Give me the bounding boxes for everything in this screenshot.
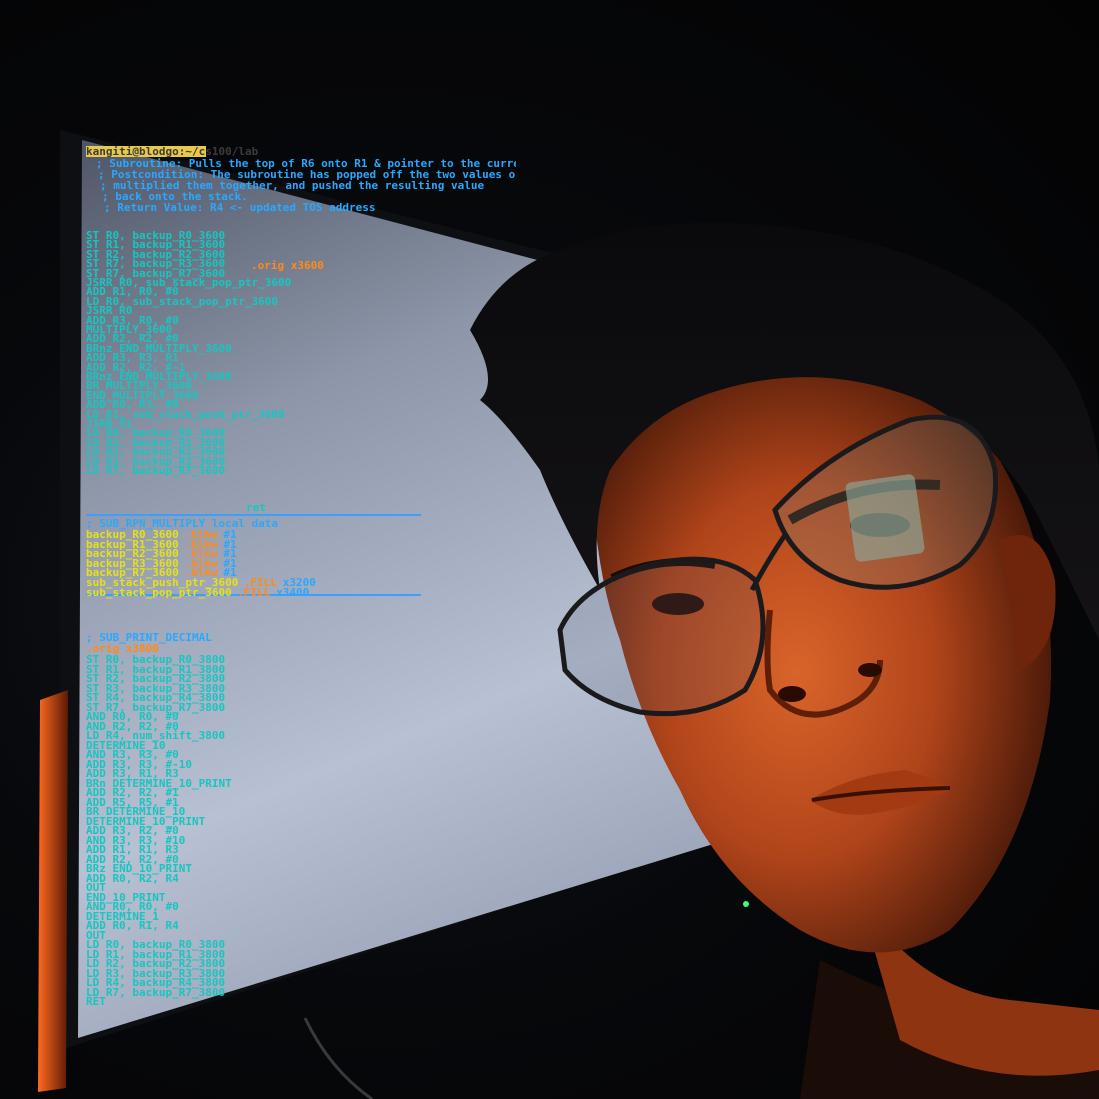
code-line: sub_stack_pop_ptr_3600	[86, 585, 232, 599]
code-line: x3400	[276, 585, 310, 599]
cable	[303, 1017, 373, 1099]
code-line: LD R7, backup_R7_3800	[86, 985, 226, 999]
code-line: .FILL	[237, 585, 271, 599]
code-line: ; Return Value: R4 <- updated TOS addres…	[104, 201, 376, 214]
divider-line	[86, 514, 421, 516]
code-line: RET	[86, 995, 106, 1008]
code-line: ret	[246, 501, 266, 514]
monitor-side-edge	[38, 690, 68, 1092]
terminal-code: kangiti@blodgo:~/cs100/lab ; Subroutine:…	[86, 142, 516, 1022]
terminal-title-bar: kangiti@blodgo:~/cs100/lab	[86, 145, 259, 158]
power-led	[743, 901, 749, 907]
photo-scene: kangiti@blodgo:~/cs100/lab ; Subroutine:…	[0, 0, 1099, 1099]
code-line: LD R7, backup_R7_3600	[86, 464, 226, 477]
code-line: .orig x3600	[251, 259, 324, 272]
